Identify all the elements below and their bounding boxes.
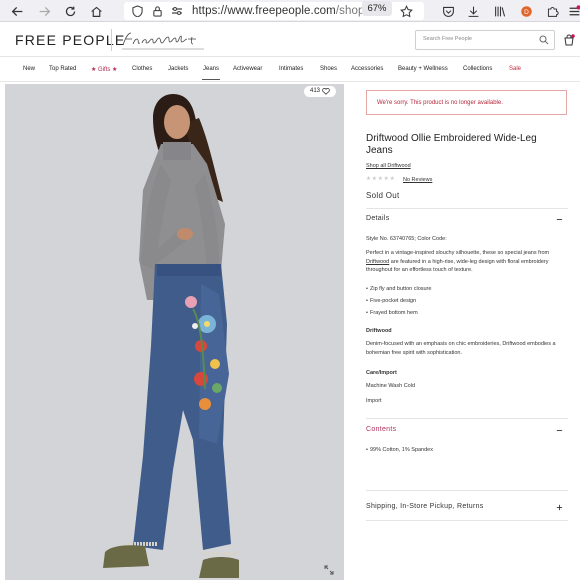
divider xyxy=(366,490,568,491)
expand-plus-icon[interactable] xyxy=(556,504,563,511)
shopping-bag-icon[interactable] xyxy=(563,34,575,46)
care-heading: Care/Import xyxy=(366,370,397,376)
nav-shoes[interactable]: Shoes xyxy=(320,66,337,72)
fp-movement-logo[interactable] xyxy=(120,28,206,52)
nav-collections[interactable]: Collections xyxy=(463,66,492,72)
collapse-minus-icon[interactable] xyxy=(556,216,563,223)
shipping-heading[interactable]: Shipping, In-Store Pickup, Returns xyxy=(366,503,484,510)
product-photo[interactable] xyxy=(5,84,344,580)
shop-all-brand-link[interactable]: Shop all Driftwood xyxy=(366,163,411,169)
product-title: Driftwood Ollie Embroidered Wide-Leg Jea… xyxy=(366,133,537,156)
back-arrow-icon xyxy=(11,6,22,16)
feature-bullet: Frayed bottom hem xyxy=(366,310,418,316)
feature-bullet: Five-pocket design xyxy=(366,298,416,304)
downloads-button[interactable] xyxy=(465,3,481,19)
import-info: Import xyxy=(366,398,382,404)
divider xyxy=(366,520,568,521)
permissions-icon[interactable] xyxy=(171,6,183,16)
browser-toolbar: https://www.freepeople.com/shop/d 67% D xyxy=(0,0,580,22)
url-domain: https://www.freepeople.com xyxy=(192,5,336,17)
back-button[interactable] xyxy=(9,3,25,19)
description-rest: are featured in a high-rise, wide-leg de… xyxy=(366,258,549,274)
details-heading[interactable]: Details xyxy=(366,215,390,222)
search-input[interactable]: Search Free People xyxy=(415,30,555,50)
divider xyxy=(366,208,568,209)
active-category-underline xyxy=(202,79,220,80)
home-icon xyxy=(90,6,102,17)
nav-gifts[interactable]: ★ Gifts ★ xyxy=(91,66,117,73)
extensions-button[interactable] xyxy=(544,3,560,19)
forward-arrow-icon xyxy=(39,6,50,16)
library-icon xyxy=(494,6,505,17)
nav-accessories[interactable]: Accessories xyxy=(351,66,383,72)
pocket-button[interactable] xyxy=(440,3,456,19)
like-count-button[interactable]: 413 xyxy=(304,86,336,97)
no-reviews-link[interactable]: No Reviews xyxy=(403,177,432,183)
like-count: 413 xyxy=(310,88,321,94)
star-outline-icon xyxy=(399,4,413,17)
forward-button[interactable] xyxy=(36,3,52,19)
sold-out-status: Sold Out xyxy=(366,191,400,200)
contents-heading[interactable]: Contents xyxy=(366,426,396,433)
home-button[interactable] xyxy=(88,3,104,19)
site-header: FREE PEOPLE Search Free People xyxy=(0,23,580,57)
search-placeholder: Search Free People xyxy=(423,36,472,42)
collapse-minus-icon[interactable] xyxy=(556,427,563,434)
zoom-level[interactable]: 67% xyxy=(362,1,392,16)
product-description: Perfect in a vintage-inspired slouchy si… xyxy=(366,249,566,275)
nav-jeans[interactable]: Jeans xyxy=(203,66,219,72)
nav-intimates[interactable]: Intimates xyxy=(279,66,303,72)
bookmark-star-button[interactable] xyxy=(398,3,414,19)
url-text: https://www.freepeople.com/shop/d xyxy=(192,5,370,17)
search-icon[interactable] xyxy=(539,35,549,45)
nav-new[interactable]: New xyxy=(23,66,35,72)
lock-icon[interactable] xyxy=(152,5,163,17)
nav-jackets[interactable]: Jackets xyxy=(168,66,188,72)
care-instructions: Machine Wash Cold xyxy=(366,383,416,389)
category-nav: New Top Rated ★ Gifts ★ Clothes Jackets … xyxy=(0,58,580,82)
menu-button[interactable] xyxy=(566,3,580,19)
download-icon xyxy=(468,6,478,17)
brand-description: Denim-focused with an emphasis on chic e… xyxy=(366,341,556,356)
shield-icon[interactable] xyxy=(132,5,143,17)
heart-icon xyxy=(322,88,330,95)
nav-sale[interactable]: Sale xyxy=(509,66,521,72)
pocket-icon xyxy=(442,6,454,17)
svg-text:D: D xyxy=(524,8,529,15)
expand-icon[interactable] xyxy=(324,565,334,575)
model-illustration xyxy=(5,84,344,580)
description-intro: Perfect in a vintage-inspired slouchy si… xyxy=(366,250,550,256)
extension-button[interactable]: D xyxy=(518,3,534,19)
puzzle-icon xyxy=(547,6,559,17)
nav-top-rated[interactable]: Top Rated xyxy=(49,66,76,72)
unavailable-notice-text: We're sorry. This product is no longer a… xyxy=(377,100,503,106)
style-number: Style No. 63740765; Color Code: xyxy=(366,236,447,242)
unavailable-notice: We're sorry. This product is no longer a… xyxy=(366,90,567,115)
reload-button[interactable] xyxy=(62,3,78,19)
free-people-logo[interactable]: FREE PEOPLE xyxy=(15,32,125,48)
divider xyxy=(366,418,568,419)
brand-heading: Driftwood xyxy=(366,328,392,334)
reload-icon xyxy=(65,6,75,16)
contents-item: 99% Cotton, 1% Spandex xyxy=(366,447,433,453)
library-button[interactable] xyxy=(492,3,508,19)
feature-bullet: Zip fly and button closure xyxy=(366,286,431,292)
extension-icon: D xyxy=(520,5,532,17)
description-brand-link[interactable]: Driftwood xyxy=(366,259,389,265)
hamburger-menu-icon xyxy=(569,4,580,15)
logo-divider xyxy=(111,29,112,51)
nav-beauty-wellness[interactable]: Beauty + Wellness xyxy=(398,66,448,72)
nav-clothes[interactable]: Clothes xyxy=(132,66,152,72)
rating-stars: ★★★★★ xyxy=(366,176,396,182)
nav-activewear[interactable]: Activewear xyxy=(233,66,262,72)
